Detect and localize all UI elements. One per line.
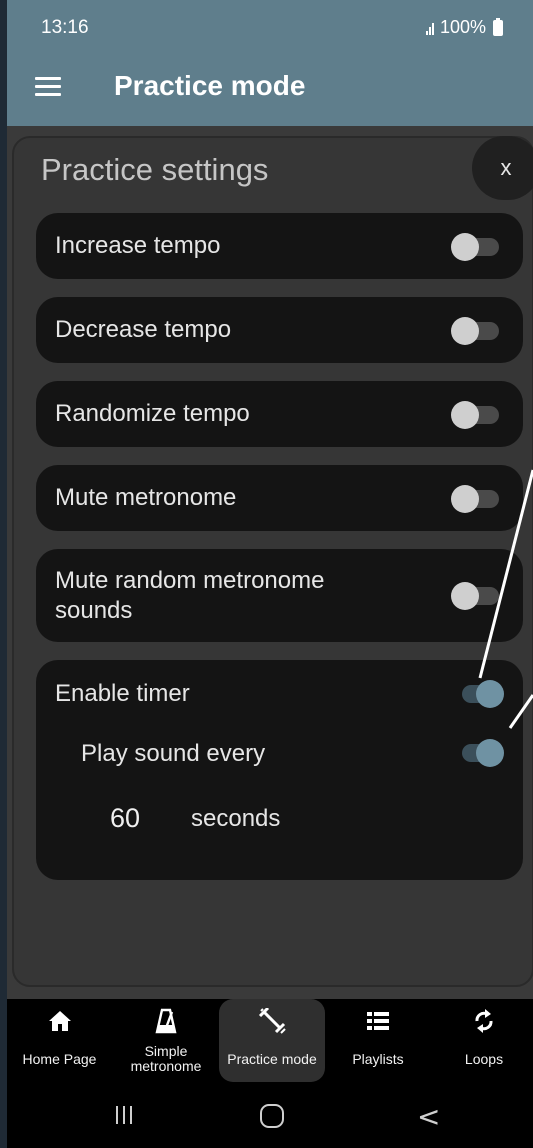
- nav-practice-mode[interactable]: Practice mode: [219, 999, 325, 1082]
- dumbbell-icon: [219, 1005, 325, 1037]
- home-button-icon[interactable]: [260, 1104, 284, 1128]
- practice-settings-panel: Practice settings x Increase tempo Decre…: [12, 136, 533, 987]
- loop-icon: [437, 1005, 531, 1037]
- enable-timer-toggle[interactable]: [454, 680, 504, 708]
- status-indicators: 100%: [425, 17, 503, 38]
- menu-icon[interactable]: [35, 77, 61, 97]
- decrease-tempo-toggle[interactable]: [451, 317, 501, 345]
- setting-row-increase-tempo: Increase tempo: [36, 213, 523, 279]
- battery-icon: [493, 17, 503, 36]
- status-bar: 13:16 100%: [7, 0, 533, 45]
- setting-label: Randomize tempo: [55, 400, 250, 427]
- close-button[interactable]: x: [472, 136, 533, 200]
- nav-label: Home Page: [22, 1051, 97, 1067]
- mute-random-sounds-toggle[interactable]: [451, 582, 501, 610]
- page-title: Practice mode: [114, 70, 306, 101]
- increase-tempo-toggle[interactable]: [451, 233, 501, 261]
- play-sound-label: Play sound every: [81, 740, 266, 767]
- back-icon[interactable]: <: [417, 1100, 440, 1133]
- bottom-navigation: Home Page Simple metronome Practice mode…: [7, 999, 533, 1082]
- setting-label: Mute random metronome sounds: [55, 567, 325, 624]
- setting-row-decrease-tempo: Decrease tempo: [36, 297, 523, 363]
- status-time: 13:16: [41, 17, 89, 38]
- battery-percent: 100%: [439, 17, 486, 37]
- list-icon: [333, 1005, 423, 1037]
- setting-label: Increase tempo: [55, 232, 221, 259]
- panel-title: Practice settings: [41, 152, 269, 187]
- nav-loops[interactable]: Loops: [437, 999, 531, 1082]
- system-navigation-bar: <: [7, 1082, 533, 1148]
- signal-icon: [425, 21, 434, 35]
- home-icon: [7, 1005, 112, 1037]
- nav-label: Simple metronome: [130, 1043, 202, 1074]
- nav-playlists[interactable]: Playlists: [333, 999, 423, 1082]
- nav-label: Loops: [464, 1051, 504, 1067]
- mute-metronome-toggle[interactable]: [451, 485, 501, 513]
- setting-row-mute-metronome: Mute metronome: [36, 465, 523, 531]
- app-bar: Practice mode: [7, 45, 533, 126]
- interval-unit-label: seconds: [191, 805, 281, 832]
- enable-timer-label: Enable timer: [55, 680, 190, 707]
- nav-simple-metronome[interactable]: Simple metronome: [119, 999, 213, 1082]
- timer-settings-card: Enable timer Play sound every 60 seconds: [36, 660, 523, 880]
- randomize-tempo-toggle[interactable]: [451, 401, 501, 429]
- nav-home-page[interactable]: Home Page: [7, 999, 112, 1082]
- recents-icon[interactable]: [116, 1106, 132, 1124]
- setting-row-randomize-tempo: Randomize tempo: [36, 381, 523, 447]
- play-sound-toggle[interactable]: [454, 739, 504, 767]
- nav-label: Practice mode: [227, 1051, 317, 1067]
- phone-screen: 13:16 100% Practice mode Practice settin…: [7, 0, 533, 1148]
- setting-row-mute-random-sounds: Mute random metronome sounds: [36, 549, 523, 642]
- interval-value-input[interactable]: 60: [110, 803, 140, 834]
- setting-label: Mute metronome: [55, 484, 237, 511]
- metronome-icon: [119, 1005, 213, 1037]
- setting-label: Decrease tempo: [55, 316, 232, 343]
- nav-label: Playlists: [352, 1051, 404, 1067]
